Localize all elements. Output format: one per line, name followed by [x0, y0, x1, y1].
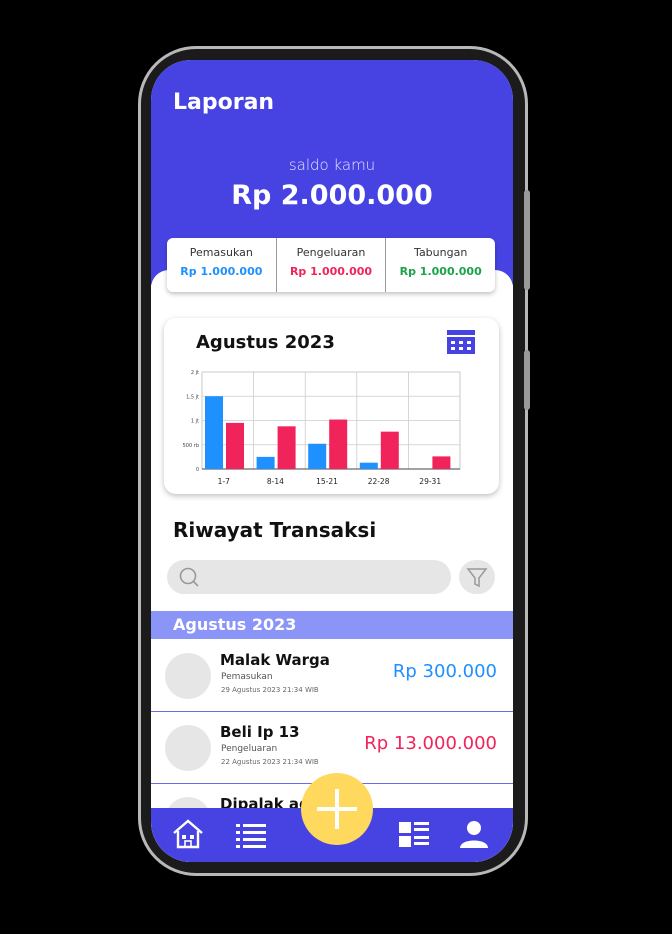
- y-tick-label: 2 jt: [191, 370, 199, 376]
- balance-value: Rp 2.000.000: [231, 180, 433, 211]
- filter-icon: [466, 568, 488, 588]
- transaction-amount: Rp 300.000: [392, 661, 497, 682]
- report-month: Agustus 2023: [196, 332, 335, 353]
- month-group-label: Agustus 2023: [173, 615, 297, 634]
- avatar: [165, 725, 211, 771]
- x-tick-label: 15-21: [316, 477, 338, 486]
- chart-bar: [277, 426, 296, 469]
- x-tick-label: 8-14: [267, 477, 284, 486]
- calendar-icon[interactable]: [447, 330, 475, 354]
- summary-label: Pemasukan: [189, 246, 253, 259]
- chart-bar: [226, 422, 244, 469]
- summary-expense[interactable]: Pengeluaran Rp 1.000.000: [277, 238, 387, 292]
- y-tick-label: 0: [196, 467, 199, 473]
- transaction-type: Pemasukan: [221, 672, 273, 682]
- volume-button: [524, 190, 530, 290]
- y-tick-label: 1 jt: [191, 419, 199, 425]
- summary-card: Pemasukan Rp 1.000.000 Pengeluaran Rp 1.…: [167, 238, 495, 292]
- filter-button[interactable]: [459, 560, 495, 594]
- transaction-type: Pengeluaran: [221, 744, 278, 754]
- avatar: [165, 653, 211, 699]
- summary-value: Rp 1.000.000: [399, 265, 482, 278]
- page-title: Laporan: [173, 90, 275, 115]
- transaction-name: Beli Ip 13: [220, 723, 300, 741]
- y-tick-label: 1,5 jt: [186, 394, 199, 400]
- app-screen: Laporan saldo kamu Rp 2.000.000 Pemasuka…: [151, 60, 513, 862]
- chart-bar: [205, 396, 223, 469]
- chart-bar: [329, 419, 348, 469]
- transaction-date: 22 Agustus 2023 21:34 WIB: [221, 758, 319, 766]
- chart-bar: [308, 443, 327, 469]
- summary-value: Rp 1.000.000: [289, 265, 373, 278]
- transaction-date: 29 Agustus 2023 21:34 WIB: [221, 686, 319, 694]
- search-input[interactable]: [167, 560, 451, 594]
- home-icon[interactable]: [171, 818, 205, 850]
- chart-bar: [380, 431, 399, 469]
- summary-label: Pengeluaran: [296, 246, 366, 259]
- power-button: [524, 350, 530, 410]
- x-tick-label: 1-7: [218, 477, 230, 486]
- transaction-row[interactable]: Malak Warga Pemasukan 29 Agustus 2023 21…: [151, 639, 513, 712]
- x-tick-label: 22-28: [368, 477, 390, 486]
- month-group-header: Agustus 2023: [151, 611, 513, 639]
- weekly-bar-chart: 0 500 rb 1 jt 1,5 jt 2 jt 1-7 8-14 15-21 22-28 29…: [183, 370, 461, 486]
- chart-bar: [432, 456, 451, 469]
- y-tick-label: 500 rb: [183, 443, 199, 449]
- chart-bar: [256, 456, 275, 469]
- add-icon: [317, 789, 357, 829]
- chart-bar: [359, 462, 378, 469]
- history-title: Riwayat Transaksi: [173, 518, 377, 542]
- transaction-amount: Rp 13.000.000: [364, 733, 497, 754]
- search-icon: [179, 567, 199, 587]
- report-card: Agustus 2023 0 500 rb 1 jt 1,5 jt 2 jt 1-7 8-1…: [164, 318, 499, 494]
- add-transaction-button[interactable]: [301, 773, 373, 845]
- summary-income[interactable]: Pemasukan Rp 1.000.000: [167, 238, 277, 292]
- balance-label: saldo kamu: [288, 156, 376, 174]
- transaction-name: Malak Warga: [220, 651, 330, 669]
- summary-label: Tabungan: [414, 246, 468, 259]
- list-icon[interactable]: [234, 818, 268, 850]
- profile-icon[interactable]: [457, 818, 491, 850]
- summary-value: Rp 1.000.000: [180, 265, 263, 278]
- summary-savings[interactable]: Tabungan Rp 1.000.000: [386, 238, 495, 292]
- report-icon[interactable]: [397, 818, 431, 850]
- x-tick-label: 29-31: [419, 477, 441, 486]
